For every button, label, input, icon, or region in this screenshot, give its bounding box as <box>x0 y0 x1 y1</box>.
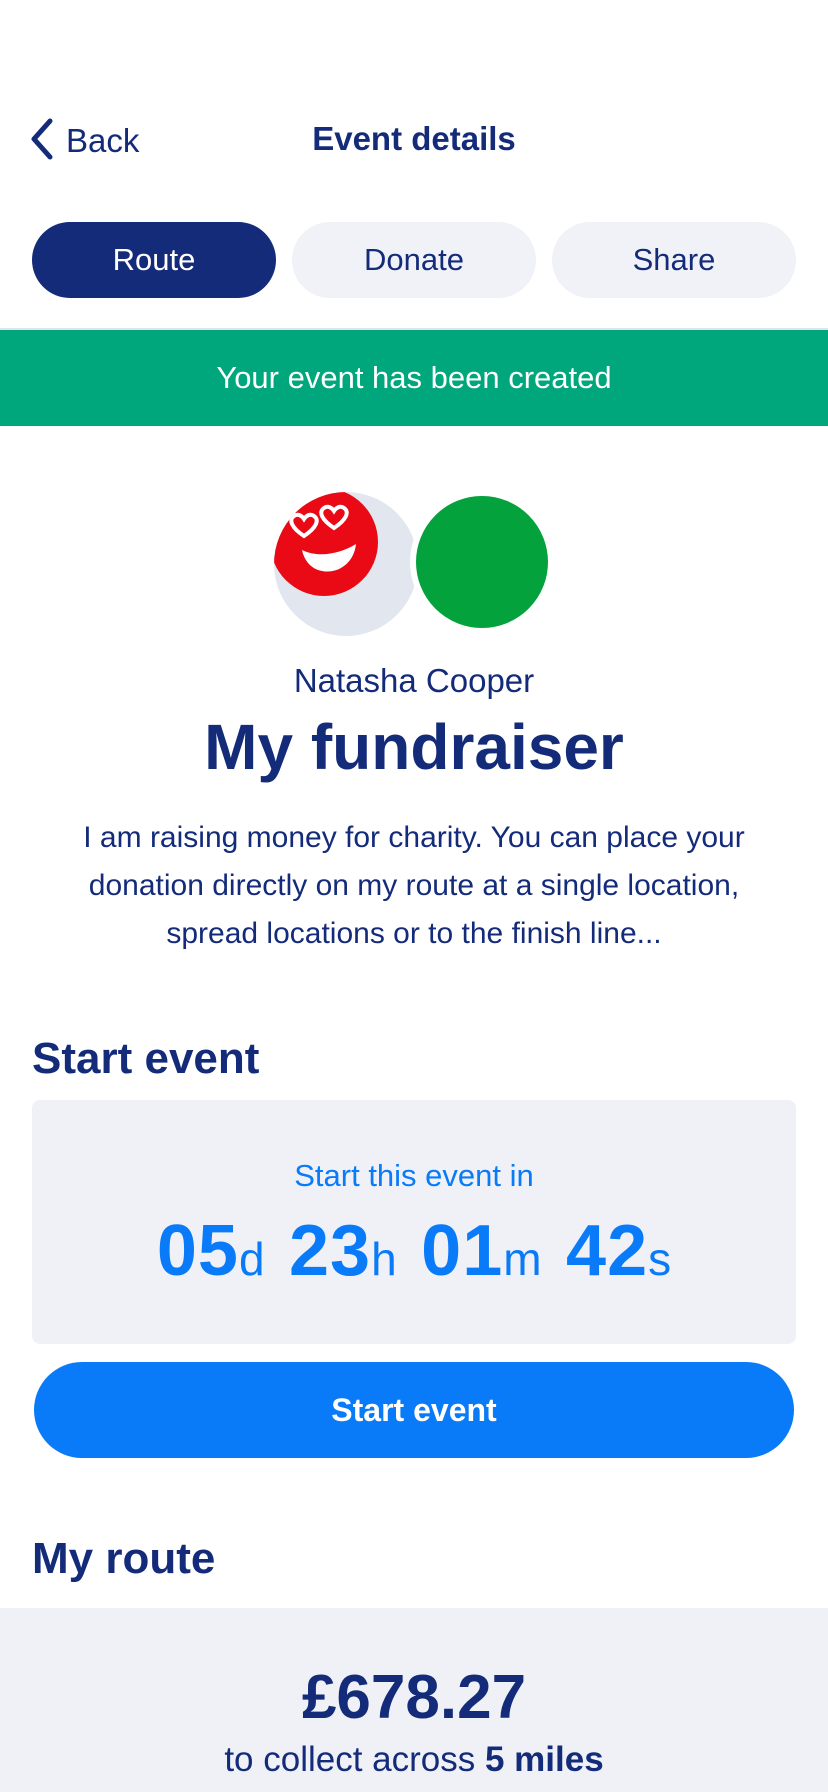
heart-eyes-emoji-icon <box>274 492 378 596</box>
my-route-heading: My route <box>32 1534 216 1583</box>
tab-donate[interactable]: Donate <box>292 222 536 298</box>
route-distance: 5 miles <box>484 1740 604 1779</box>
countdown-hours-unit: h <box>371 1233 397 1285</box>
countdown-seconds-unit: s <box>648 1233 672 1285</box>
route-collect-text: to collect across 5 miles <box>0 1740 828 1780</box>
owner-name: Natasha Cooper <box>293 662 535 699</box>
event-details-screen: Back Event details Route Donate Share Yo… <box>0 0 828 1792</box>
countdown-minutes: 01 <box>421 1211 504 1291</box>
fundraiser-description: I am raising money for charity. You can … <box>83 821 745 950</box>
countdown-days: 05 <box>156 1211 239 1291</box>
countdown-hours: 23 <box>289 1211 372 1291</box>
start-event-heading: Start event <box>32 1034 260 1083</box>
success-banner: Your event has been created <box>0 330 828 426</box>
route-amount: £678.27 <box>301 1663 527 1732</box>
countdown-days-unit: d <box>238 1233 265 1285</box>
countdown-card: Start this event in 05d 23h 01m 42s <box>32 1100 796 1344</box>
collect-prefix: to collect across <box>224 1740 476 1779</box>
countdown-seconds: 42 <box>566 1211 649 1291</box>
page-title: Event details <box>312 120 516 157</box>
tab-route[interactable]: Route <box>32 222 276 298</box>
fundraiser-title: My fundraiser <box>204 711 624 783</box>
avatar-green <box>410 490 554 634</box>
avatar-group <box>274 490 554 636</box>
start-event-button[interactable]: Start event <box>34 1362 794 1458</box>
countdown-label: Start this event in <box>294 1158 534 1193</box>
tab-bar: Route Donate Share <box>32 222 796 298</box>
route-summary: £678.27 to collect across 5 miles <box>0 1608 828 1792</box>
avatar <box>274 492 418 636</box>
countdown-minutes-unit: m <box>503 1233 542 1285</box>
header: Back Event details <box>0 100 828 180</box>
tab-share[interactable]: Share <box>552 222 796 298</box>
countdown-timer: 05d 23h 01m 42s <box>32 1210 796 1292</box>
